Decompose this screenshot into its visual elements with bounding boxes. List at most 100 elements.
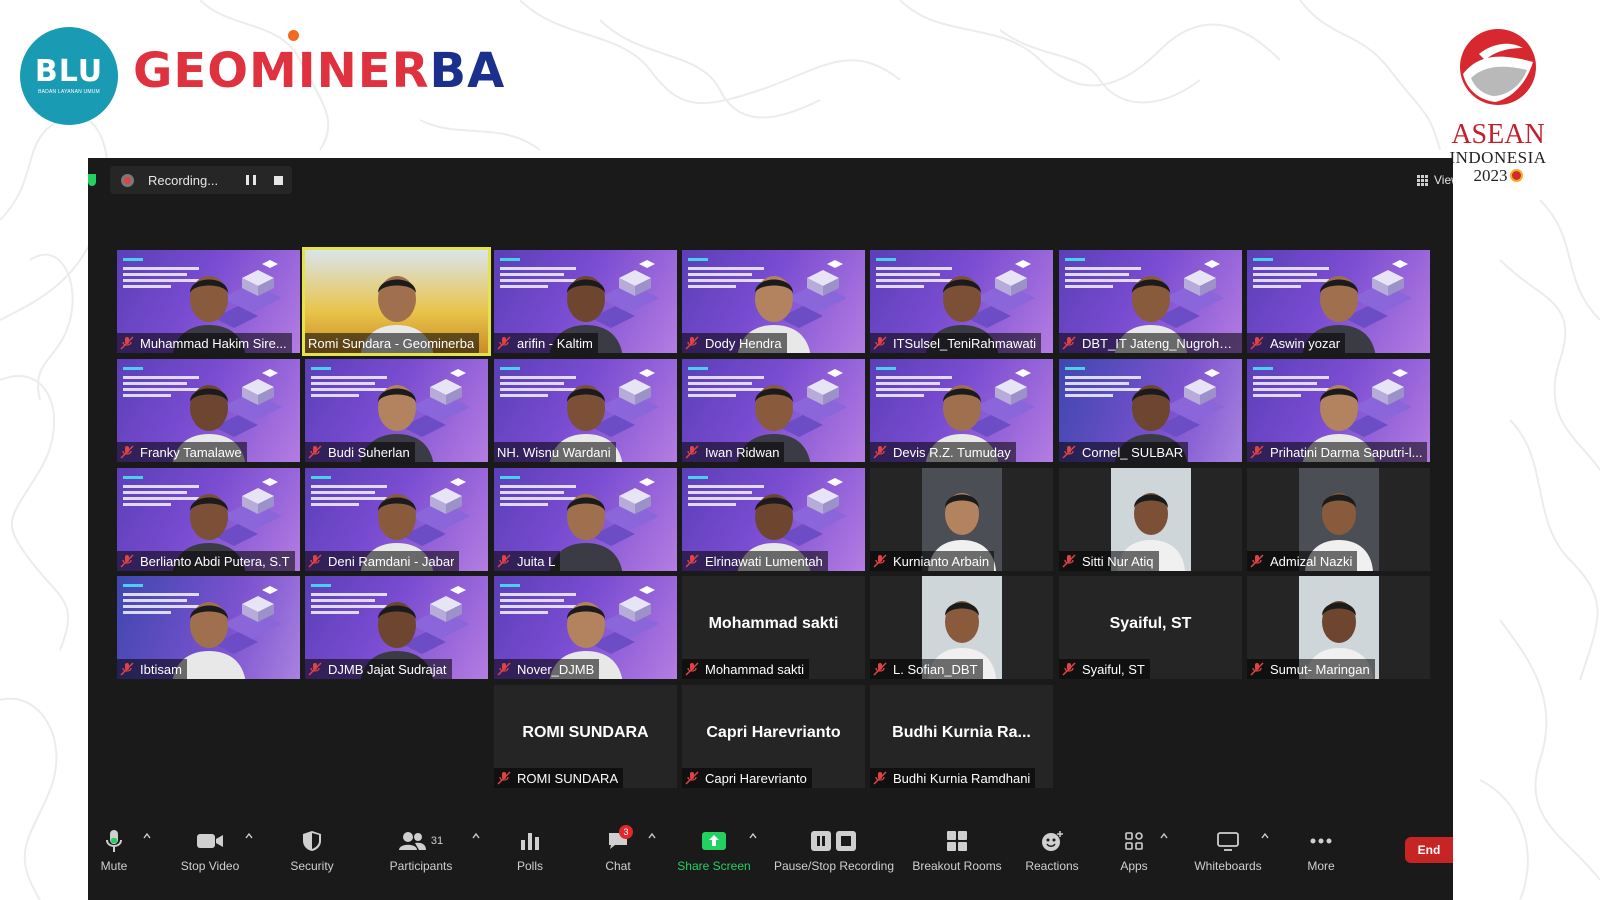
participant-tile[interactable]: Devis R.Z. Tumuday — [870, 359, 1053, 462]
participant-tile[interactable]: Sitti Nur Atiq — [1059, 468, 1242, 571]
view-button[interactable]: View — [1417, 171, 1453, 189]
participant-name-label: Iwan Ridwan — [682, 442, 785, 462]
participant-tile[interactable]: Capri Harevrianto Capri Harevrianto — [682, 685, 865, 788]
asean-emblem-icon — [1460, 29, 1536, 105]
participant-tile[interactable]: Budhi Kurnia Ra... Budhi Kurnia Ramdhani — [870, 685, 1053, 788]
stop-video-button[interactable]: Stop Video — [172, 828, 248, 878]
participants-count: 31 — [430, 835, 444, 847]
participant-tile[interactable]: ROMI SUNDARA ROMI SUNDARA — [494, 685, 677, 788]
mic-muted-icon — [685, 771, 699, 785]
whiteboards-button[interactable]: Whiteboards — [1188, 828, 1268, 878]
mic-muted-icon — [497, 336, 511, 350]
participant-tile[interactable]: Prihatini Darma Saputri-l... — [1247, 359, 1430, 462]
mute-label: Mute — [100, 859, 128, 873]
participant-tile[interactable]: L. Sofian_DBT — [870, 576, 1053, 679]
apps-icon — [1125, 832, 1143, 850]
asean-coin-icon — [1509, 169, 1523, 182]
participant-tile[interactable]: DBT_IT Jateng_Nugroho ... — [1059, 250, 1242, 353]
participant-display-name: Syaiful, ST — [1109, 615, 1192, 632]
mic-muted-icon — [120, 336, 134, 350]
reactions-button[interactable]: Reactions — [1021, 828, 1083, 878]
participant-tile[interactable]: Berlianto Abdi Putera, S.T — [117, 468, 300, 571]
participant-name-label: Budi Suherlan — [305, 442, 415, 462]
mic-muted-icon — [685, 445, 699, 459]
participant-tile[interactable]: Dody Hendra — [682, 250, 865, 353]
microphone-icon — [106, 830, 122, 852]
polls-button[interactable]: Polls — [506, 828, 554, 878]
participant-tile[interactable]: Cornel_ SULBAR — [1059, 359, 1242, 462]
participant-tile[interactable]: Muhammad Hakim Sire... — [117, 250, 300, 353]
participant-name-label: Aswin yozar — [1247, 333, 1346, 353]
mic-muted-icon — [1062, 662, 1076, 676]
whiteboard-icon — [1217, 832, 1239, 851]
chevron-up-icon[interactable] — [1261, 832, 1269, 840]
polls-label: Polls — [516, 859, 543, 873]
chevron-up-icon[interactable] — [749, 832, 757, 840]
participant-tile[interactable]: Elrinawati Lumentah — [682, 468, 865, 571]
share-screen-icon — [702, 832, 726, 850]
breakout-rooms-button[interactable]: Breakout Rooms — [908, 828, 1006, 878]
participant-name-label: ROMI SUNDARA — [494, 768, 624, 788]
participant-name-label: Devis R.Z. Tumuday — [870, 442, 1016, 462]
participant-name: Admizal Nazki — [1270, 553, 1353, 569]
participant-name: DBT_IT Jateng_Nugroho ... — [1082, 335, 1237, 351]
participant-tile[interactable]: NH. Wisnu Wardani — [494, 359, 677, 462]
participant-tile[interactable]: Romi Sundara - Geominerba — [302, 247, 491, 356]
chat-label: Chat — [605, 859, 631, 873]
participant-tile[interactable]: Iwan Ridwan — [682, 359, 865, 462]
chevron-up-icon[interactable] — [472, 832, 480, 840]
participant-tile[interactable]: Kurnianto Arbain — [870, 468, 1053, 571]
mute-button[interactable]: Mute — [94, 828, 134, 878]
end-meeting-button[interactable]: End — [1405, 837, 1453, 863]
participant-name-label: Elrinawati Lumentah — [682, 551, 828, 571]
participant-tile[interactable]: Mohammad sakti Mohammad sakti — [682, 576, 865, 679]
participant-tile[interactable]: Admizal Nazki — [1247, 468, 1430, 571]
participant-name-label: Syaiful, ST — [1059, 659, 1150, 679]
stop-recording-icon[interactable] — [274, 175, 283, 185]
participant-tile[interactable]: ITSulsel_TeniRahmawati — [870, 250, 1053, 353]
mic-muted-icon — [497, 554, 511, 568]
more-label: More — [1307, 859, 1335, 873]
mic-muted-icon — [873, 336, 887, 350]
participant-display-name: ROMI SUNDARA — [522, 724, 649, 741]
participants-button[interactable]: 31 Participants — [383, 828, 459, 878]
participant-tile[interactable]: Franky Tamalawe — [117, 359, 300, 462]
participant-name: Cornel_ SULBAR — [1082, 444, 1184, 460]
security-button[interactable]: Security — [284, 828, 340, 878]
more-button[interactable]: More — [1301, 828, 1341, 878]
participant-tile[interactable]: Aswin yozar — [1247, 250, 1430, 353]
participant-name-label: DJMB Jajat Sudrajat — [305, 659, 452, 679]
geominerba-logo: GEOMINERBA — [133, 42, 505, 100]
chevron-up-icon[interactable] — [143, 832, 151, 840]
security-label: Security — [290, 859, 334, 873]
participant-tile[interactable]: Juita L — [494, 468, 677, 571]
share-screen-button[interactable]: Share Screen — [676, 828, 752, 878]
pause-stop-recording-button[interactable]: Pause/Stop Recording — [772, 828, 896, 878]
participant-tile[interactable]: DJMB Jajat Sudrajat — [305, 576, 488, 679]
view-label: View — [1434, 173, 1453, 187]
brand-logo-dot — [288, 30, 299, 41]
pause-recording-icon[interactable] — [246, 175, 256, 185]
participant-tile[interactable]: Sumut- Maringan — [1247, 576, 1430, 679]
participants-icon — [398, 832, 426, 850]
mic-muted-icon — [120, 662, 134, 676]
participant-name: Iwan Ridwan — [705, 444, 780, 460]
recording-label: Recording... — [148, 172, 219, 188]
participant-tile[interactable]: Deni Ramdani - Jabar — [305, 468, 488, 571]
chevron-up-icon[interactable] — [245, 832, 253, 840]
participant-tile[interactable]: Nover_DJMB — [494, 576, 677, 679]
chevron-up-icon[interactable] — [1160, 832, 1168, 840]
participant-tile[interactable]: Ibtisam — [117, 576, 300, 679]
mic-muted-icon — [1250, 336, 1264, 350]
apps-button[interactable]: Apps — [1113, 828, 1155, 878]
asean-year: 2023 — [1448, 167, 1548, 185]
participant-tile[interactable]: arifin - Kaltim — [494, 250, 677, 353]
participant-name: Devis R.Z. Tumuday — [893, 444, 1011, 460]
participant-name: Syaiful, ST — [1082, 661, 1145, 677]
chat-button[interactable]: 3 Chat — [596, 825, 640, 878]
asean-title: ASEAN — [1451, 119, 1545, 150]
gallery-grid-icon — [1417, 174, 1428, 186]
participant-tile[interactable]: Budi Suherlan — [305, 359, 488, 462]
participant-tile[interactable]: Syaiful, ST Syaiful, ST — [1059, 576, 1242, 679]
chevron-up-icon[interactable] — [648, 832, 656, 840]
